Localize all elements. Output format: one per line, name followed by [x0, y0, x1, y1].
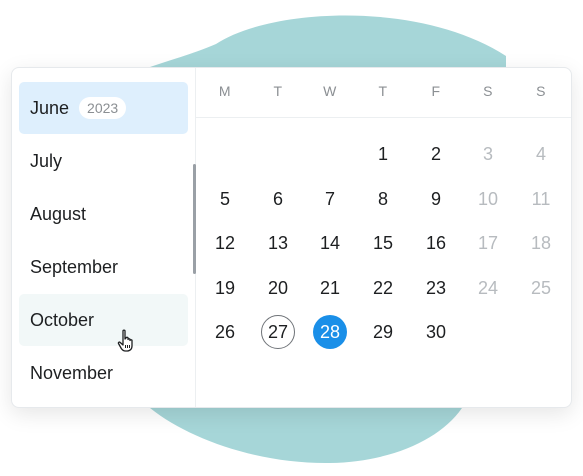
month-item-november[interactable]: November — [19, 347, 188, 399]
month-label: June — [30, 97, 70, 118]
day-cell[interactable]: 21 — [313, 271, 347, 305]
day-cell-selected[interactable]: 28 — [313, 315, 347, 349]
month-label: September — [30, 256, 119, 277]
weekday-tue: T — [273, 83, 283, 99]
date-picker-card: June 2023 July August September October … — [11, 67, 572, 408]
hand-pointer-icon — [117, 329, 133, 352]
month-item-september[interactable]: September — [19, 241, 188, 293]
weekday-header: MTWTFSS — [196, 68, 571, 118]
day-cell-today[interactable]: 27 — [261, 315, 295, 349]
month-label: November — [30, 362, 114, 383]
day-cell[interactable]: 18 — [524, 226, 558, 260]
day-cell[interactable]: 30 — [419, 315, 453, 349]
month-item-august[interactable]: August — [19, 188, 188, 240]
day-cell[interactable]: 22 — [366, 271, 400, 305]
day-cell[interactable]: 19 — [208, 271, 242, 305]
month-list: June 2023 July August September October … — [12, 68, 196, 407]
day-cell[interactable]: 23 — [419, 271, 453, 305]
day-cell[interactable]: 11 — [524, 182, 558, 216]
day-cell[interactable]: 24 — [471, 271, 505, 305]
calendar-grid: MTWTFSS 1 2 3 4 5 6 7 8 9 10 11 12 13 14 15 16 17 18 19 20 2… — [196, 68, 571, 407]
day-cell[interactable]: 13 — [261, 226, 295, 260]
month-label: August — [30, 203, 87, 224]
weekday-sun: S — [536, 83, 546, 99]
day-cell[interactable]: 17 — [471, 226, 505, 260]
day-cell[interactable]: 6 — [261, 182, 295, 216]
day-cell[interactable]: 9 — [419, 182, 453, 216]
weekday-wed: W — [323, 83, 337, 99]
day-cell[interactable]: 3 — [471, 137, 505, 171]
day-cell[interactable]: 1 — [366, 137, 400, 171]
weekday-fri: F — [431, 83, 441, 99]
weekday-sat: S — [483, 83, 493, 99]
day-cell[interactable]: 26 — [208, 315, 242, 349]
day-cell[interactable]: 16 — [419, 226, 453, 260]
month-item-june[interactable]: June 2023 — [19, 82, 188, 134]
month-label: July — [30, 150, 63, 171]
day-cell[interactable]: 14 — [313, 226, 347, 260]
weekday-thu: T — [378, 83, 388, 99]
day-cell[interactable]: 5 — [208, 182, 242, 216]
day-cell[interactable]: 12 — [208, 226, 242, 260]
month-item-july[interactable]: July — [19, 135, 188, 187]
day-cell[interactable]: 29 — [366, 315, 400, 349]
day-cell[interactable]: 25 — [524, 271, 558, 305]
day-cell[interactable]: 10 — [471, 182, 505, 216]
day-cell[interactable]: 15 — [366, 226, 400, 260]
day-cell[interactable]: 2 — [419, 137, 453, 171]
month-item-october[interactable]: October — [19, 294, 188, 346]
weekday-mon: M — [218, 83, 232, 99]
day-cell[interactable]: 4 — [524, 137, 558, 171]
month-label: October — [30, 309, 95, 330]
day-cell[interactable]: 8 — [366, 182, 400, 216]
day-cell[interactable]: 20 — [261, 271, 295, 305]
day-cell[interactable]: 7 — [313, 182, 347, 216]
year-badge: 2023 — [79, 97, 127, 119]
